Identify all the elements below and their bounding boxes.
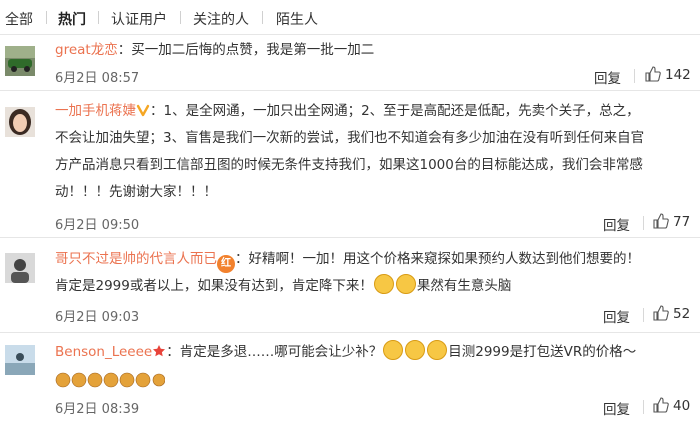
action-divider — [643, 308, 644, 322]
timestamp: 6月2日 09:50 — [55, 218, 140, 233]
comment-text: ：肯定是多退……哪可能会让少补？ — [166, 344, 383, 360]
like-count: 77 — [673, 214, 691, 230]
divider — [0, 237, 700, 238]
comment-filter-tabs: 全部 热门 认证用户 关注的人 陌生人 — [0, 0, 700, 34]
tab-following[interactable]: 关注的人 — [193, 9, 249, 29]
divider — [0, 90, 700, 91]
timestamp: 6月2日 08:39 — [55, 402, 140, 417]
thumbs-up-icon — [653, 305, 669, 321]
laughing-emoji-icon — [427, 340, 448, 360]
tab-divider — [262, 11, 263, 24]
action-divider — [643, 400, 644, 414]
comment-text: ：好精啊！一加！用这个价格来窥探如果预约人数达到他们想要的！ — [235, 251, 640, 267]
avatar[interactable] — [5, 107, 35, 137]
like-button[interactable]: 77 — [653, 213, 690, 230]
tab-all[interactable]: 全部 — [5, 9, 33, 29]
divider — [0, 34, 700, 35]
tab-divider — [180, 11, 181, 24]
divider — [0, 332, 700, 333]
laughing-emoji-icon — [383, 340, 404, 360]
comment-text: 动！！！先谢谢大家！！！ — [55, 184, 217, 200]
thumbs-up-icon — [653, 397, 669, 413]
laughing-emoji-icon — [405, 340, 426, 360]
sticker-row — [55, 370, 166, 394]
tab-strangers[interactable]: 陌生人 — [276, 9, 318, 29]
comment-text: 目测2999是打包送VR的价格～ — [448, 344, 637, 360]
level-badge-icon: 红 — [217, 255, 235, 273]
comment-text: ：1、是全网通，一加只出全网通；2、至于是高配还是低配，先卖个关子，总之， — [150, 103, 640, 119]
tab-verified-users[interactable]: 认证用户 — [111, 9, 167, 29]
avatar[interactable] — [5, 253, 35, 283]
comment-text: 果然有生意头脑 — [416, 278, 512, 294]
like-button[interactable]: 142 — [645, 66, 691, 83]
star-badge-icon — [153, 345, 166, 357]
comment-text: 方产品消息只看到工信部丑图的时候无条件支持我们，如果这1000台的目标能达成，我… — [55, 157, 643, 173]
comment-text: 肯定是2999或者以上，如果没有达到，肯定降下来！ — [55, 278, 373, 294]
verified-v-icon — [136, 104, 150, 117]
reply-button[interactable]: 回复 — [603, 306, 630, 326]
like-button[interactable]: 40 — [653, 397, 690, 414]
username-link[interactable]: Benson_Leeee — [55, 344, 152, 360]
thumbs-up-icon — [653, 213, 669, 229]
reply-button[interactable]: 回复 — [594, 67, 621, 87]
reply-button[interactable]: 回复 — [603, 214, 630, 234]
username-link[interactable]: 哥只不过是帅的代言人而已 — [55, 251, 217, 267]
thinking-emoji-icon — [395, 274, 416, 294]
sticker-icon — [55, 372, 166, 388]
like-count: 142 — [665, 67, 691, 83]
comment-text: ：买一加二后悔的点赞，我是第一批一加二 — [117, 42, 375, 58]
avatar[interactable] — [5, 46, 35, 76]
tab-hot[interactable]: 热门 — [58, 9, 86, 29]
timestamp: 6月2日 09:03 — [55, 310, 140, 325]
tab-divider — [98, 11, 99, 24]
username-link[interactable]: 一加手机蒋婕 — [55, 103, 136, 119]
thinking-emoji-icon — [373, 274, 394, 294]
reply-button[interactable]: 回复 — [603, 398, 630, 418]
thumbs-up-icon — [645, 66, 661, 82]
like-count: 40 — [673, 398, 691, 414]
action-divider — [634, 69, 635, 83]
avatar[interactable] — [5, 345, 35, 375]
tab-divider — [46, 11, 47, 24]
comment-text: 不会让加油失望；3、盲售是我们一次新的尝试，我们也不知道会有多少加油在没有听到任… — [55, 130, 645, 146]
username-link[interactable]: great龙恋 — [55, 42, 118, 58]
like-count: 52 — [673, 306, 691, 322]
timestamp: 6月2日 08:57 — [55, 71, 140, 86]
like-button[interactable]: 52 — [653, 305, 690, 322]
action-divider — [643, 216, 644, 230]
